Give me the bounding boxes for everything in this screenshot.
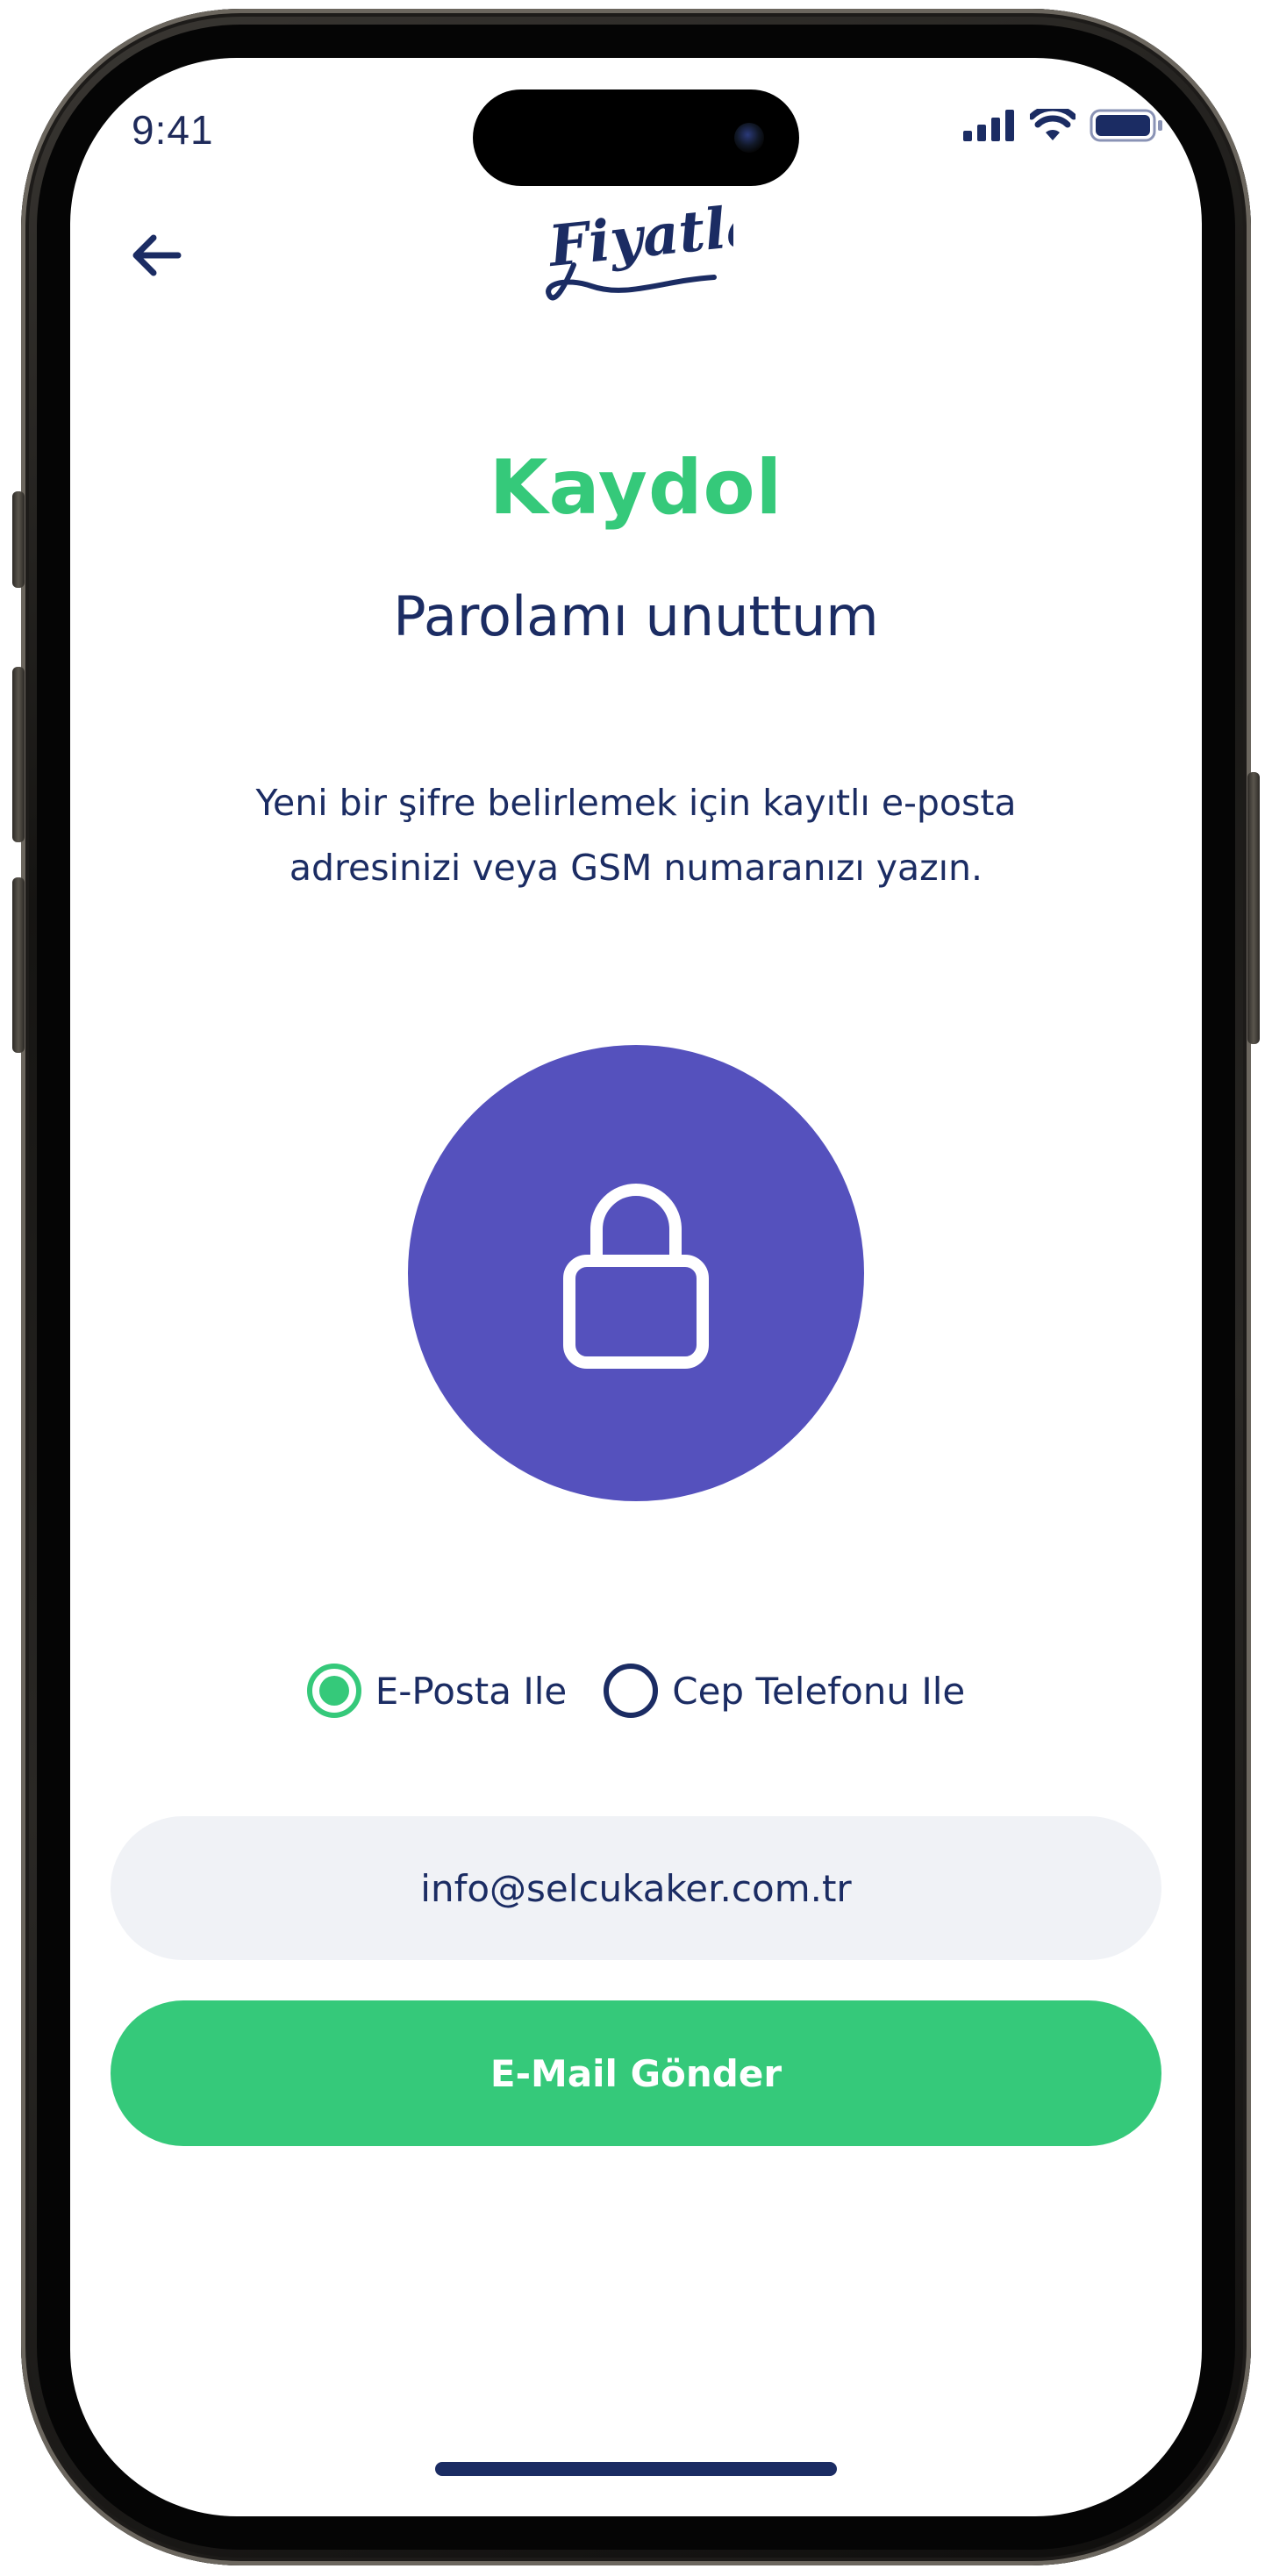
screen: 9:41 Fiyatla Kaydol Parolamı unuttum Yen… (70, 58, 1202, 2516)
radio-email-label: E-Posta Ile (375, 1669, 568, 1713)
volume-up-button (12, 667, 25, 842)
radio-option-phone[interactable]: Cep Telefonu Ile (604, 1664, 965, 1718)
reset-method-selector: E-Posta Ile Cep Telefonu Ile (70, 1664, 1202, 1718)
instruction-line-1: Yeni bir şifre belirlemek için kayıtlı e… (255, 782, 1017, 824)
lock-icon (563, 1184, 709, 1369)
page-subtitle: Parolamı unuttum (393, 584, 879, 648)
power-button (1247, 772, 1260, 1044)
radio-option-email[interactable]: E-Posta Ile (306, 1664, 568, 1718)
dynamic-island (473, 89, 799, 186)
radio-phone-unchecked[interactable] (604, 1664, 659, 1718)
cellular-signal-icon (963, 110, 1014, 141)
action-button (12, 491, 25, 588)
radio-email-checked[interactable] (306, 1664, 361, 1718)
volume-down-button (12, 877, 25, 1053)
status-icons (963, 109, 1163, 142)
arrow-left-icon (132, 234, 182, 276)
instruction-line-2: adresinizi veya GSM numaranızı yazın. (289, 847, 983, 889)
fiyatla-logo: Fiyatla (544, 192, 733, 301)
lock-illustration (408, 1045, 864, 1501)
send-email-button[interactable]: E-Mail Gönder (111, 2000, 1161, 2146)
front-camera (734, 123, 764, 153)
battery-icon (1090, 109, 1162, 142)
email-field[interactable] (111, 1816, 1161, 1960)
instruction-text: Yeni bir şifre belirlemek için kayıtlı e… (175, 770, 1097, 900)
page-title: Kaydol (489, 444, 783, 532)
back-button[interactable] (116, 216, 195, 295)
wifi-icon (1030, 109, 1075, 140)
status-time: 9:41 (132, 107, 214, 153)
home-indicator[interactable] (435, 2462, 837, 2476)
radio-phone-label: Cep Telefonu Ile (672, 1669, 966, 1713)
